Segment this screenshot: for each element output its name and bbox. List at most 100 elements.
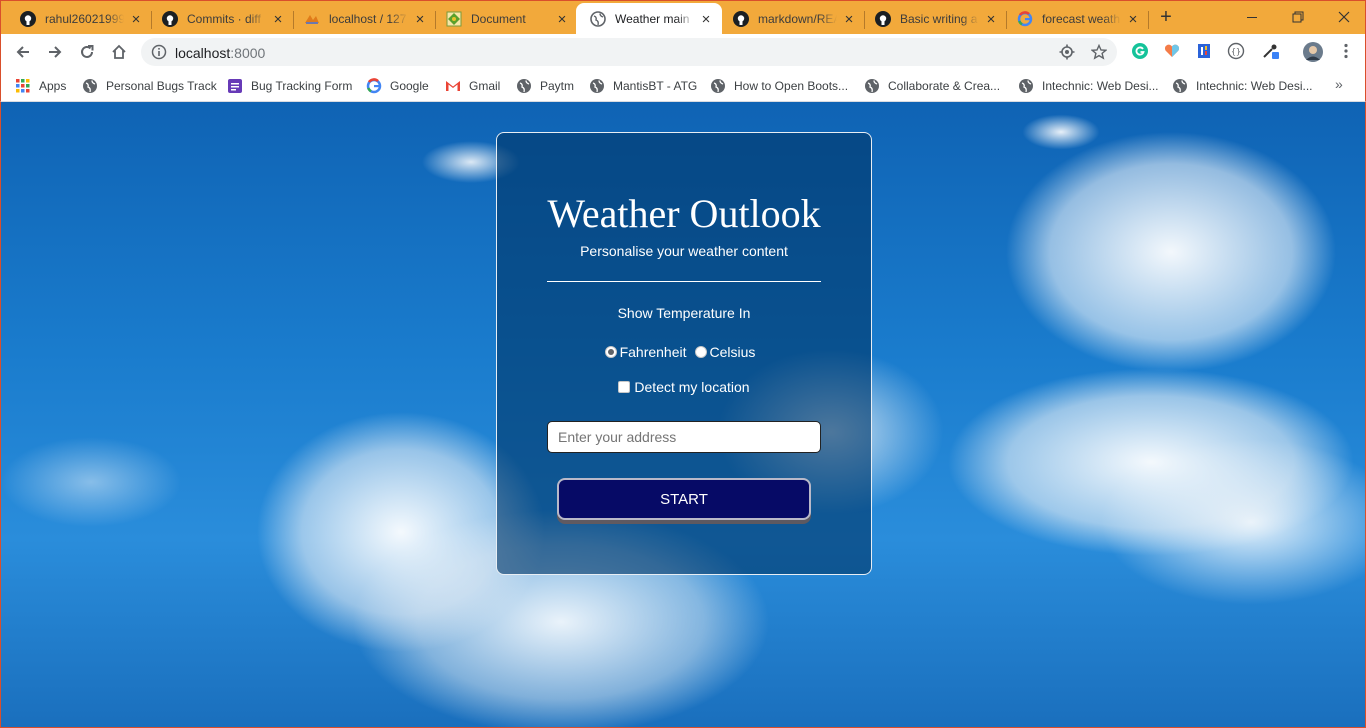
phpmyadmin-icon [304, 11, 320, 27]
tab-title: Basic writing a [900, 12, 978, 26]
restore-button[interactable] [1275, 1, 1321, 33]
github-icon [162, 11, 178, 27]
globe-icon [864, 78, 880, 94]
tab-7[interactable]: Basic writing a × [861, 3, 1007, 35]
tab-separator [1148, 11, 1149, 29]
globe-icon [1172, 78, 1188, 94]
globe-icon [1018, 78, 1034, 94]
url-host: localhost [175, 45, 231, 61]
detect-location-checkbox[interactable] [618, 381, 631, 393]
close-tab-icon[interactable]: × [698, 11, 714, 28]
start-button[interactable]: START [557, 478, 811, 520]
minimize-button[interactable] [1229, 1, 1275, 33]
address-input[interactable] [547, 421, 821, 453]
bookmark-apps[interactable]: Apps [15, 76, 66, 96]
page-title: Weather Outlook [547, 191, 821, 236]
more-bookmarks-chevron-icon[interactable]: » [1335, 76, 1343, 92]
home-button[interactable] [105, 38, 133, 66]
bookmark-collaborate[interactable]: Collaborate & Crea... [864, 76, 1000, 96]
gmail-icon [445, 78, 461, 94]
close-tab-icon[interactable]: × [412, 11, 428, 28]
code-extension-icon[interactable]: {} [1227, 42, 1245, 60]
close-tab-icon[interactable]: × [983, 11, 999, 28]
detect-location-label[interactable]: Detect my location [634, 379, 749, 395]
tab-5-active[interactable]: Weather main × [576, 3, 722, 35]
close-tab-icon[interactable]: × [554, 11, 570, 28]
temperature-unit-heading: Show Temperature In [617, 305, 751, 321]
bookmark-star-icon[interactable] [1091, 44, 1107, 60]
grammarly-icon[interactable] [1131, 42, 1149, 60]
celsius-label[interactable]: Celsius [710, 344, 756, 360]
tab-title: Commits · diff [187, 12, 261, 26]
url-port: :8000 [230, 45, 266, 61]
close-tab-icon[interactable]: × [128, 11, 144, 28]
bookmark-google[interactable]: Google [366, 76, 429, 96]
browser-toolbar: localhost:8000 {} [0, 34, 1366, 70]
tab-8[interactable]: forecast weath × [1003, 3, 1149, 35]
globe-icon [590, 11, 606, 27]
document-favicon [446, 11, 462, 27]
page-viewport: Weather Outlook Personalise your weather… [0, 102, 1366, 728]
bookmark-paytm[interactable]: Paytm [516, 76, 574, 96]
bookmark-label: MantisBT - ATG [613, 79, 698, 93]
forward-arrow-icon [49, 46, 62, 58]
home-icon [112, 44, 126, 59]
fahrenheit-radio[interactable] [604, 346, 617, 358]
chrome-menu-icon[interactable] [1337, 42, 1355, 60]
bookmark-gmail[interactable]: Gmail [445, 76, 500, 96]
google-icon [366, 78, 382, 94]
bookmark-personal-bugs-track[interactable]: Personal Bugs Track [82, 76, 217, 96]
svg-text:{}: {} [1231, 47, 1241, 56]
page-subtitle: Personalise your weather content [580, 243, 788, 259]
bookmark-intechnic-1[interactable]: Intechnic: Web Desi... [1018, 76, 1159, 96]
bookmark-label: Bug Tracking Form [251, 79, 353, 93]
fahrenheit-label[interactable]: Fahrenheit [620, 344, 687, 360]
extension-bars-icon[interactable] [1195, 42, 1213, 60]
github-icon [875, 11, 891, 27]
celsius-radio[interactable] [694, 346, 707, 358]
reload-icon [81, 45, 94, 58]
address-bar[interactable]: localhost:8000 [141, 38, 1117, 66]
google-icon [1017, 11, 1033, 27]
heart-extension-icon[interactable] [1163, 42, 1181, 60]
bookmark-label: Intechnic: Web Desi... [1042, 79, 1159, 93]
tab-6[interactable]: markdown/REA × [719, 3, 865, 35]
github-icon [20, 11, 36, 27]
apps-grid-icon [15, 78, 31, 94]
close-tab-icon[interactable]: × [270, 11, 286, 28]
tab-4[interactable]: Document × [432, 3, 578, 35]
back-button[interactable] [9, 38, 37, 66]
info-icon[interactable] [151, 44, 167, 60]
close-tab-icon[interactable]: × [841, 11, 857, 28]
bookmark-intechnic-2[interactable]: Intechnic: Web Desi... [1172, 76, 1313, 96]
bookmark-label: Apps [39, 79, 67, 93]
new-tab-button[interactable]: + [1154, 7, 1178, 29]
bookmark-bug-tracking-form[interactable]: Bug Tracking Form [227, 76, 352, 96]
tab-title: forecast weath [1042, 12, 1121, 26]
tab-3[interactable]: localhost / 127 × [290, 3, 436, 35]
eyedropper-extension-icon[interactable] [1261, 42, 1279, 60]
location-target-icon[interactable] [1059, 44, 1075, 60]
tab-2[interactable]: Commits · diff × [148, 3, 294, 35]
bookmark-open-bootstrap[interactable]: How to Open Boots... [710, 76, 848, 96]
globe-icon [82, 78, 98, 94]
close-window-button[interactable] [1321, 1, 1366, 33]
bookmark-label: Gmail [469, 79, 501, 93]
bookmark-label: How to Open Boots... [734, 79, 849, 93]
bookmark-mantisbt[interactable]: MantisBT - ATG [589, 76, 697, 96]
bookmark-label: Collaborate & Crea... [888, 79, 1001, 93]
github-icon [733, 11, 749, 27]
tab-title: rahul26021999 [45, 12, 124, 26]
globe-icon [589, 78, 605, 94]
profile-avatar[interactable] [1303, 42, 1323, 62]
tab-1[interactable]: rahul26021999 × [6, 3, 152, 35]
bookmarks-bar: Apps Personal Bugs Track Bug Tracking Fo… [0, 70, 1366, 102]
divider [547, 281, 821, 282]
forms-icon [227, 78, 243, 94]
reload-button[interactable] [73, 38, 101, 66]
tab-title: localhost / 127 [329, 12, 407, 26]
detect-location-row: Detect my location [497, 379, 871, 395]
close-tab-icon[interactable]: × [1125, 11, 1141, 28]
forward-button[interactable] [41, 38, 69, 66]
bookmark-label: Google [390, 79, 429, 93]
